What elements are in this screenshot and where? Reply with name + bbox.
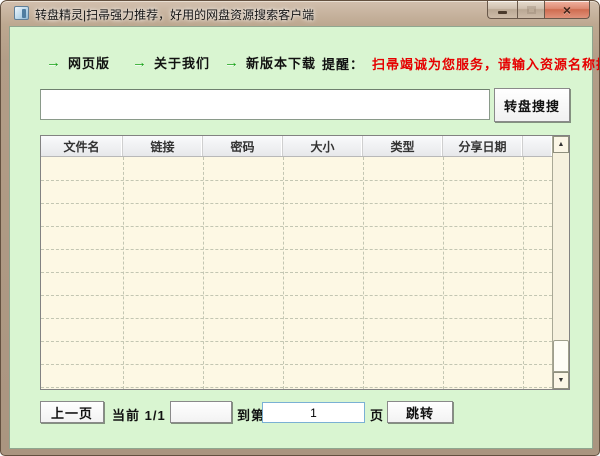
next-page-button[interactable] (170, 401, 232, 423)
app-icon (14, 6, 29, 20)
column-header-filename[interactable]: 文件名 (41, 136, 123, 156)
jump-button[interactable]: 跳转 (387, 401, 453, 423)
page-number-input[interactable] (262, 402, 365, 423)
page-unit-label: 页 (370, 405, 384, 424)
results-table: 文件名 链接 密码 大小 类型 分享日期 ▲ ▼ (40, 135, 570, 390)
nav-link-label: 新版本下载 (246, 53, 316, 72)
scroll-up-icon: ▲ (558, 141, 565, 148)
reminder-label: 提醒： (322, 54, 364, 73)
column-header-sharedate[interactable]: 分享日期 (443, 136, 523, 156)
goto-page-label: 到第 (237, 405, 265, 424)
grid-hline (41, 226, 552, 227)
close-button[interactable]: × (545, 1, 590, 19)
column-header-filler (523, 136, 552, 156)
nav-link-download[interactable]: → 新版本下载 (224, 53, 316, 71)
column-header-type[interactable]: 类型 (363, 136, 443, 156)
scroll-down-icon: ▼ (558, 377, 565, 384)
nav-link-label: 网页版 (68, 53, 110, 72)
current-page-value: 1/1 (145, 408, 166, 423)
grid-vline (363, 157, 364, 389)
prev-page-button[interactable]: 上一页 (40, 401, 104, 423)
grid-hline (41, 387, 552, 388)
grid-hline (41, 203, 552, 204)
window-controls: × (487, 1, 590, 19)
green-arrow-icon: → (224, 55, 239, 70)
grid-vline (283, 157, 284, 389)
pagination-bar: 上一页 当前 1/1 页 到第 页 跳转 (10, 401, 592, 425)
title-bar[interactable]: 转盘精灵|扫帚强力推荐，好用的网盘资源搜索客户端 × (1, 1, 599, 26)
scroll-down-button[interactable]: ▼ (553, 372, 569, 389)
nav-link-label: 关于我们 (154, 53, 210, 72)
grid-hline (41, 364, 552, 365)
grid-hline (41, 318, 552, 319)
minimize-button[interactable] (487, 1, 517, 19)
scrollbar-thumb[interactable] (553, 340, 569, 372)
grid-vline (443, 157, 444, 389)
table-header-row: 文件名 链接 密码 大小 类型 分享日期 (41, 136, 552, 157)
grid-hline (41, 341, 552, 342)
search-input[interactable] (40, 89, 490, 120)
vertical-scrollbar[interactable]: ▲ ▼ (552, 136, 569, 389)
grid-vline (523, 157, 524, 389)
grid-hline (41, 295, 552, 296)
green-arrow-icon: → (46, 55, 61, 70)
grid-vline (203, 157, 204, 389)
app-window: 转盘精灵|扫帚强力推荐，好用的网盘资源搜索客户端 × → 网页版 → 关于我们 … (0, 0, 600, 456)
window-title: 转盘精灵|扫帚强力推荐，好用的网盘资源搜索客户端 (35, 6, 314, 23)
search-button[interactable]: 转盘搜搜 (494, 88, 570, 122)
current-page-prefix: 当前 (112, 408, 140, 423)
grid-hline (41, 180, 552, 181)
maximize-icon (527, 6, 536, 14)
reminder-text: 扫帚竭诚为您服务，请输入资源名称搜索 (372, 54, 600, 73)
nav-link-webversion[interactable]: → 网页版 (46, 53, 110, 71)
green-arrow-icon: → (132, 55, 147, 70)
client-area: → 网页版 → 关于我们 → 新版本下载 提醒： 扫帚竭诚为您服务，请输入资源名… (9, 26, 593, 449)
table-grid (41, 157, 552, 389)
reminder: 提醒： 扫帚竭诚为您服务，请输入资源名称搜索 (322, 54, 600, 72)
grid-hline (41, 272, 552, 273)
column-header-link[interactable]: 链接 (123, 136, 203, 156)
column-header-password[interactable]: 密码 (203, 136, 283, 156)
grid-hline (41, 249, 552, 250)
column-header-size[interactable]: 大小 (283, 136, 363, 156)
grid-vline (123, 157, 124, 389)
scroll-up-button[interactable]: ▲ (553, 136, 569, 153)
close-icon: × (563, 3, 571, 17)
minimize-icon (498, 11, 507, 14)
nav-link-about[interactable]: → 关于我们 (132, 53, 210, 71)
maximize-button[interactable] (517, 1, 545, 19)
